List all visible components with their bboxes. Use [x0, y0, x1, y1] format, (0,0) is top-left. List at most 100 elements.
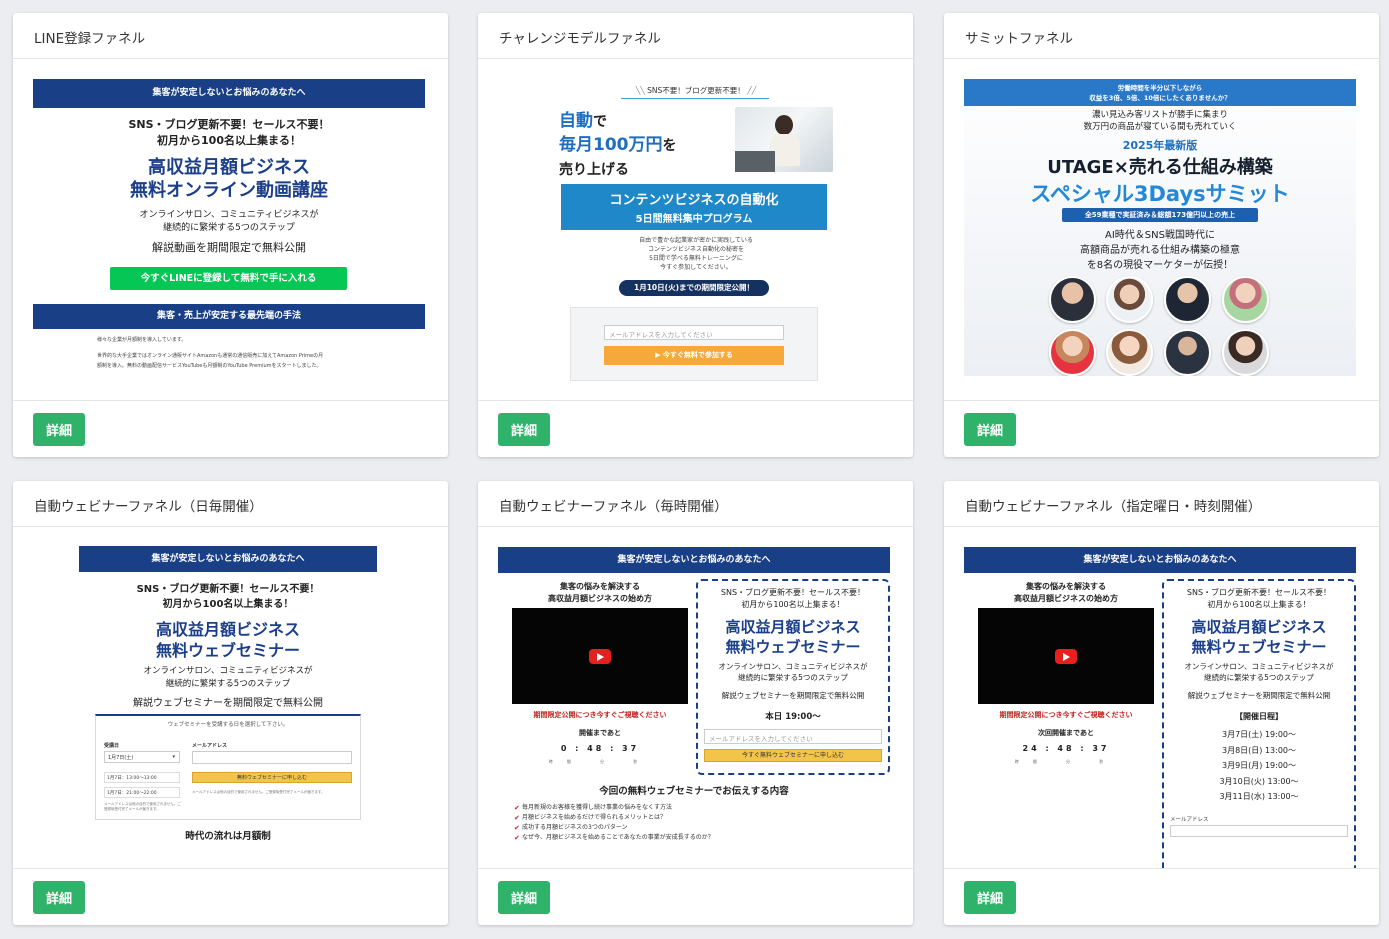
- preview-top-banner: 集客が安定しないとお悩みのあなたへ: [33, 79, 425, 108]
- speaker-avatar: [1049, 329, 1096, 376]
- card-footer: 詳細: [478, 868, 913, 925]
- video-title: 高収益月額ビジネスの始め方: [1014, 594, 1118, 603]
- list-item: 毎月新規のお客様を獲得し続け事業の悩みをなくす方法: [514, 803, 884, 813]
- preview-top-banner: 集客が安定しないとお悩みのあなたへ: [498, 547, 890, 573]
- countdown-label: 次回開催まであと: [1038, 729, 1094, 737]
- video-player: [978, 608, 1154, 704]
- email-label: メールアドレス: [192, 743, 228, 749]
- preview-challenge-funnel: ╲╲ SNS不要！ブログ更新不要！ ╱╱ 自動で 毎月100万円を 売り上げる …: [559, 79, 833, 381]
- detail-button[interactable]: 詳細: [33, 413, 85, 446]
- schedule-item: 3月9日(月) 19:00〜: [1221, 761, 1297, 770]
- preview-sub: 数万円の商品が寝ている間も売れていく: [1083, 122, 1237, 132]
- preview-desc: コンテンツビジネス自動化の秘密を: [647, 246, 744, 253]
- card-footer: 詳細: [944, 400, 1379, 457]
- card-footer: 詳細: [13, 400, 448, 457]
- list-item: 月額ビジネスを始めるだけで得られるメリットとは？: [514, 813, 884, 823]
- preview-headline-accent: 毎月100万円: [559, 135, 663, 155]
- email-input: [1170, 825, 1348, 837]
- detail-button[interactable]: 詳細: [33, 881, 85, 914]
- countdown-units: 時間 分 秒: [1014, 759, 1118, 764]
- preview-lead: 初月から100名以上集まる！: [162, 599, 294, 610]
- countdown-label: 開催まであと: [579, 729, 621, 737]
- preview-tagline: SNS不要！ブログ更新不要！: [647, 86, 745, 95]
- preview-limited-pill: 1月10日(火)までの期間限定公開！: [619, 280, 769, 296]
- schedule-item: 3月11日(水) 13:00〜: [1219, 792, 1299, 801]
- funnel-card-line: LINE登録ファネル 集客が安定しないとお悩みのあなたへ SNS・ブログ更新不要…: [13, 13, 448, 457]
- card-preview: 集客が安定しないとお悩みのあなたへ SNS・ブログ更新不要！セールス不要！ 初月…: [13, 60, 448, 400]
- card-title: サミットファネル: [944, 13, 1379, 59]
- detail-button[interactable]: 詳細: [964, 881, 1016, 914]
- email-input: [192, 751, 352, 764]
- speaker-avatar: [1222, 276, 1269, 323]
- preview-top-banner: 集客が安定しないとお悩みのあなたへ: [964, 547, 1356, 573]
- countdown-timer: 0 : 48 : 37: [560, 744, 640, 753]
- preview-desc: オンラインサロン、コミュニティビジネスが: [143, 666, 313, 676]
- preview-desc: 解説動画を期間限定で無料公開: [152, 241, 306, 254]
- preview-webinar-hourly: 集客が安定しないとお悩みのあなたへ 集客の悩みを解決する 高収益月額ビジネスの始…: [498, 547, 890, 868]
- card-title: LINE登録ファネル: [13, 13, 448, 59]
- preview-line-cta: 今すぐLINEに登録して無料で手に入れる: [110, 267, 347, 290]
- video-player: [512, 608, 688, 704]
- preview-webinar-daily: 集客が安定しないとお悩みのあなたへ SNS・ブログ更新不要！セールス不要！ 初月…: [79, 546, 379, 868]
- submit-button: 今すぐ無料ウェブセミナーに申し込む: [704, 749, 882, 762]
- play-icon: [1055, 649, 1077, 664]
- card-footer: 詳細: [13, 868, 448, 925]
- preview-optin-panel: メールアドレスを入力してください ▶ 今すぐ無料で参加する: [570, 307, 818, 381]
- detail-button[interactable]: 詳細: [498, 413, 550, 446]
- preview-top-banner: 集客が安定しないとお悩みのあなたへ: [79, 546, 377, 572]
- preview-desc: 継続的に繁栄する5つのステップ: [163, 223, 295, 233]
- schedule-list: 3月7日(土) 19:00〜 3月8日(日) 13:00〜 3月9日(月) 19…: [1164, 727, 1354, 805]
- funnel-card-webinar-daily: 自動ウェビナーファネル（日毎開催） 集客が安定しないとお悩みのあなたへ SNS・…: [13, 481, 448, 925]
- form-note: メールアドレスは他の目的で使用されません。ご登録後受付完了メールが届きます。: [192, 790, 325, 794]
- card-preview: 集客が安定しないとお悩みのあなたへ SNS・ブログ更新不要！セールス不要！ 初月…: [13, 528, 448, 868]
- preview-optin-box: SNS・ブログ更新不要！セールス不要！ 初月から100名以上集まる！ 高収益月額…: [696, 579, 890, 775]
- preview-desc: 解説ウェブセミナーを期間限定で無料公開: [133, 698, 323, 709]
- preview-summit-funnel: 労働時間を半分以下しながら 収益を3倍、5倍、10倍にしたくありませんか？ 濃い…: [964, 79, 1356, 376]
- limited-note: 期間限定公開につき今すぐご視聴ください: [533, 711, 667, 719]
- limited-note: 期間限定公開につき今すぐご視聴ください: [999, 711, 1133, 719]
- preview-hero-photo: [735, 107, 833, 172]
- list-item: 成功する月額ビジネスの3つのパターン: [514, 823, 884, 833]
- preview-line-funnel: 集客が安定しないとお悩みのあなたへ SNS・ブログ更新不要！セールス不要！ 初月…: [33, 79, 425, 400]
- preview-headline: 売り上げる: [559, 162, 629, 178]
- countdown-timer: 24 : 48 : 37: [1022, 744, 1110, 753]
- funnel-card-webinar-scheduled: 自動ウェビナーファネル（指定曜日・時刻開催） 集客が安定しないとお悩みのあなたへ…: [944, 481, 1379, 925]
- card-title: チャレンジモデルファネル: [478, 13, 913, 59]
- preview-desc: 今すぐ参加してください。: [660, 264, 732, 271]
- preview-lead: AI時代＆SNS戦国時代に: [1105, 230, 1215, 241]
- email-input: メールアドレスを入力してください: [704, 729, 882, 744]
- preview-lead: 高額商品が売れる仕組み構築の極意: [1080, 245, 1240, 256]
- card-footer: 詳細: [944, 868, 1379, 925]
- funnel-card-challenge: チャレンジモデルファネル ╲╲ SNS不要！ブログ更新不要！ ╱╱ 自動で 毎月…: [478, 13, 913, 457]
- preview-lead: SNS・ブログ更新不要！セールス不要！: [136, 584, 320, 595]
- content-list: 毎月新規のお客様を獲得し続け事業の悩みをなくす方法 月額ビジネスを始めるだけで得…: [514, 803, 884, 843]
- play-icon: [589, 649, 611, 664]
- card-title: 自動ウェビナーファネル（指定曜日・時刻開催）: [944, 481, 1379, 527]
- detail-button[interactable]: 詳細: [498, 881, 550, 914]
- funnel-card-summit: サミットファネル 労働時間を半分以下しながら 収益を3倍、5倍、10倍にしたくあ…: [944, 13, 1379, 457]
- preview-headline: 無料オンライン動画講座: [130, 180, 328, 201]
- form-title: ウェブセミナーを受講する日を選択して下さい。: [167, 722, 289, 728]
- preview-join-button: ▶ 今すぐ無料で参加する: [604, 346, 784, 365]
- preview-email-input: メールアドレスを入力してください: [604, 325, 784, 340]
- schedule-item: 3月7日(土) 19:00〜: [1221, 730, 1297, 739]
- preview-section-banner: 集客・売上が安定する最先端の手法: [33, 304, 425, 329]
- preview-top-banner: 労働時間を半分以下しながら 収益を3倍、5倍、10倍にしたくありませんか？: [964, 79, 1356, 106]
- form-note: メールアドレスは他の目的で使用されません。ご登録後受付完了メールが届きます。: [104, 802, 181, 811]
- content-title: 今回の無料ウェブセミナーでお伝えする内容: [599, 786, 789, 797]
- card-title: 自動ウェビナーファネル（毎時開催）: [478, 481, 913, 527]
- detail-button[interactable]: 詳細: [964, 413, 1016, 446]
- video-title: 集客の悩みを解決する: [560, 582, 640, 591]
- schedule-item: 3月8日(日) 13:00〜: [1221, 745, 1297, 755]
- speaker-avatar: [1164, 329, 1211, 376]
- speaker-avatar: [1106, 329, 1153, 376]
- preview-program-box: コンテンツビジネスの自動化 5日間無料集中プログラム: [561, 184, 827, 230]
- preview-lead: 初月から100名以上集まる！: [157, 134, 301, 147]
- date-select: 1月7日(土) ▾: [104, 751, 180, 763]
- preview-headline-accent: 自動: [559, 111, 593, 131]
- preview-main-title: スペシャル3Daysサミット: [1030, 182, 1290, 206]
- video-title: 集客の悩みを解決する: [1026, 582, 1106, 591]
- preview-body-text: 様々な企業が月額制を導入しています。: [97, 337, 187, 343]
- preview-desc: 継続的に繁栄する5つのステップ: [165, 679, 291, 689]
- preview-bottom-heading: 時代の流れは月額制: [185, 831, 271, 842]
